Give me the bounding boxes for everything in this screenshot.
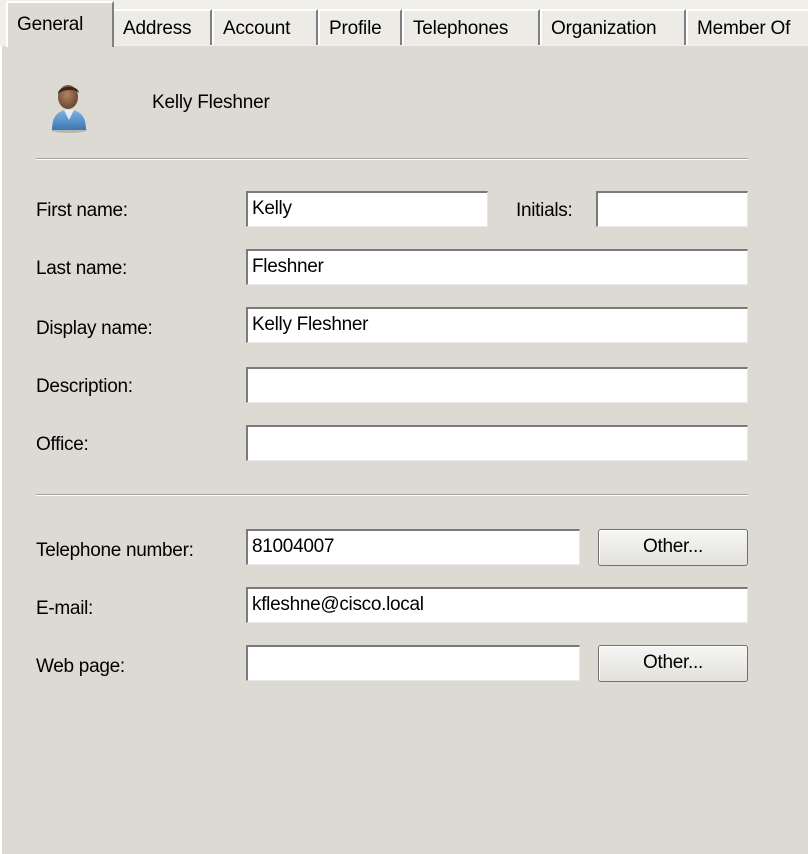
- web-page-field[interactable]: [246, 645, 580, 681]
- initials-field[interactable]: [596, 191, 748, 227]
- tab-organization[interactable]: Organization: [540, 9, 686, 45]
- telephone-label: Telephone number:: [36, 540, 194, 561]
- last-name-label: Last name:: [36, 258, 127, 279]
- tab-general[interactable]: General: [6, 1, 114, 47]
- telephone-field[interactable]: 81004007: [246, 529, 580, 565]
- email-field[interactable]: kfleshne@cisco.local: [246, 587, 748, 623]
- user-display-heading: Kelly Fleshner: [152, 92, 270, 113]
- initials-label: Initials:: [516, 200, 573, 221]
- user-properties-dialog: Address Account Profile Telephones Organ…: [0, 0, 808, 854]
- user-icon: [51, 85, 87, 133]
- tab-profile[interactable]: Profile: [318, 9, 402, 45]
- display-name-label: Display name:: [36, 318, 153, 339]
- description-field[interactable]: [246, 367, 748, 403]
- tab-address[interactable]: Address: [112, 9, 212, 45]
- first-name-label: First name:: [36, 200, 128, 221]
- last-name-field[interactable]: Fleshner: [246, 249, 748, 285]
- office-field[interactable]: [246, 425, 748, 461]
- divider-top: [36, 158, 748, 160]
- telephone-other-button[interactable]: Other...: [598, 529, 748, 566]
- divider-middle: [36, 494, 748, 496]
- tab-telephones[interactable]: Telephones: [402, 9, 540, 45]
- office-label: Office:: [36, 434, 89, 455]
- tab-member-of[interactable]: Member Of: [686, 9, 808, 45]
- tab-strip: Address Account Profile Telephones Organ…: [0, 0, 808, 48]
- display-name-field[interactable]: Kelly Fleshner: [246, 307, 748, 343]
- description-label: Description:: [36, 376, 133, 397]
- first-name-field[interactable]: Kelly: [246, 191, 488, 227]
- email-label: E-mail:: [36, 598, 94, 619]
- web-page-other-button[interactable]: Other...: [598, 645, 748, 682]
- tab-account[interactable]: Account: [212, 9, 318, 45]
- web-page-label: Web page:: [36, 656, 125, 677]
